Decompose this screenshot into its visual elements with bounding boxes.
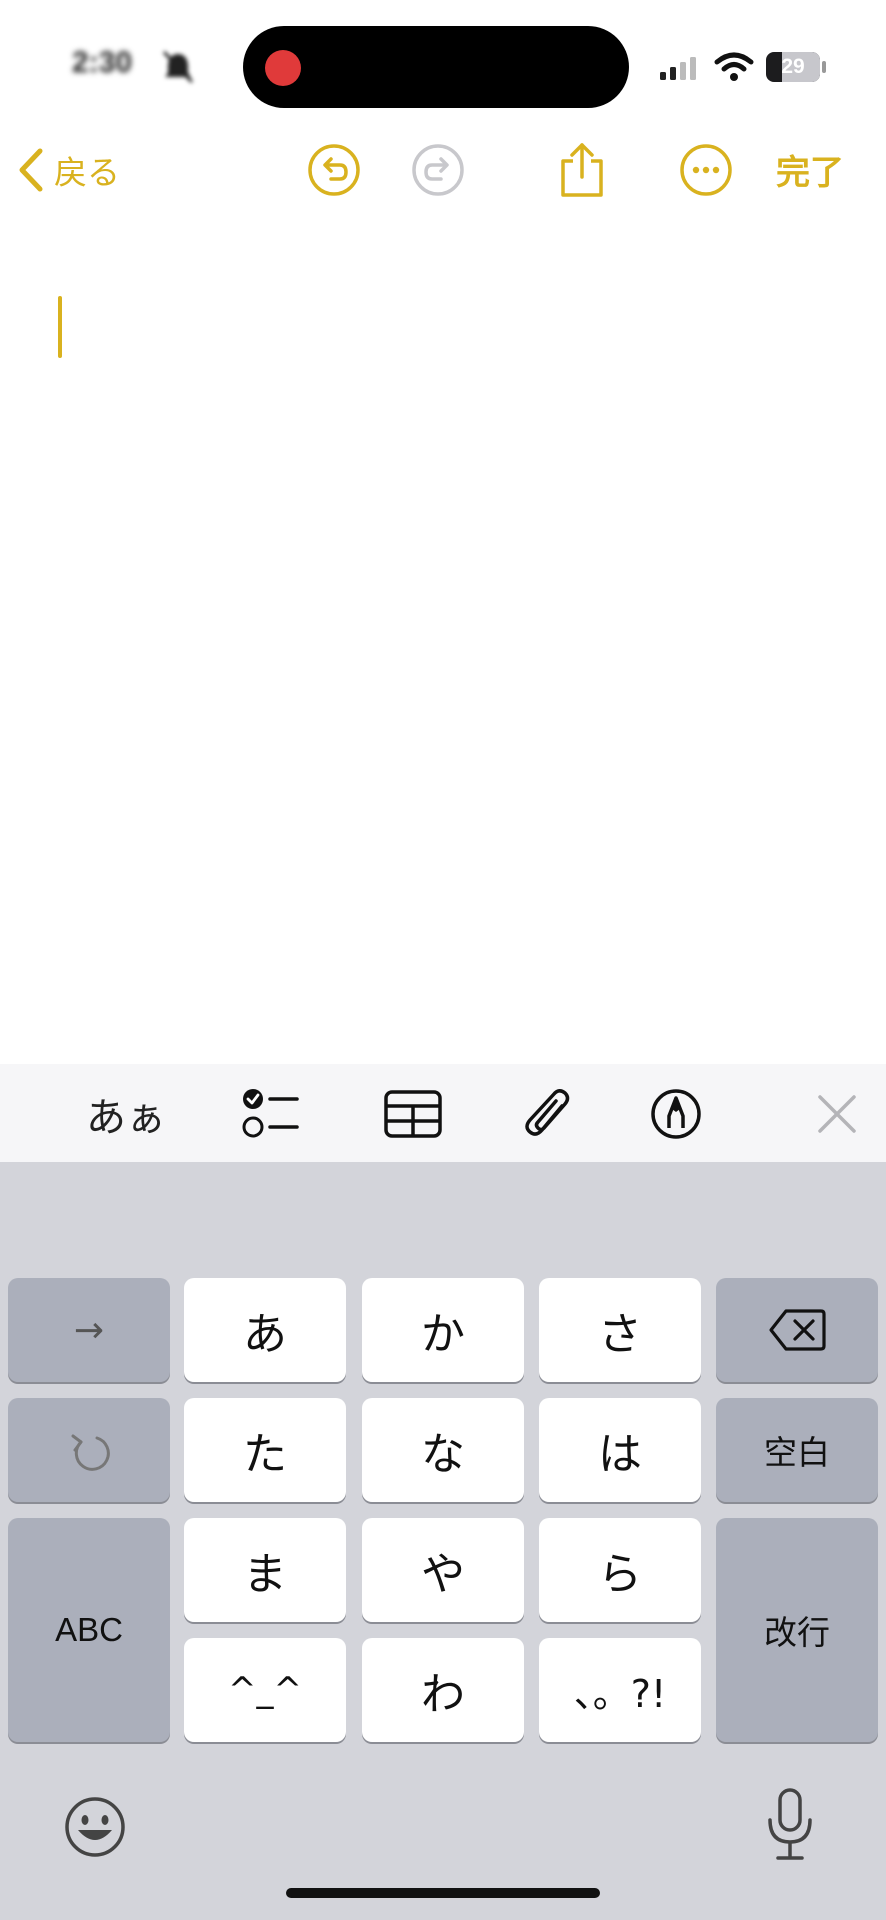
key-ta[interactable]: た — [184, 1398, 346, 1502]
key-ka[interactable]: か — [362, 1278, 524, 1382]
close-icon — [818, 1095, 856, 1133]
table-button[interactable] — [380, 1086, 446, 1142]
close-format-bar-button[interactable] — [814, 1086, 860, 1142]
redo-icon — [412, 144, 464, 196]
undo-arrow-icon — [71, 1434, 110, 1471]
table-icon — [384, 1090, 442, 1138]
undo-icon — [308, 144, 360, 196]
key-wa[interactable]: わ — [362, 1638, 524, 1742]
battery-indicator: 29 — [766, 52, 820, 82]
redo-button[interactable] — [408, 140, 468, 200]
dictation-button[interactable] — [760, 1786, 820, 1866]
key-ha[interactable]: は — [539, 1398, 701, 1502]
markup-button[interactable] — [648, 1086, 704, 1142]
undo-key[interactable] — [8, 1398, 170, 1502]
key-arrow[interactable]: → — [8, 1278, 170, 1382]
silent-bell-icon — [162, 50, 194, 84]
space-key[interactable]: 空白 — [716, 1398, 878, 1502]
attachment-button[interactable] — [520, 1086, 576, 1142]
recording-indicator — [265, 50, 301, 86]
more-icon — [680, 144, 732, 196]
status-right: 29 — [660, 50, 830, 84]
done-button[interactable]: 完了 — [776, 145, 844, 194]
checklist-button[interactable] — [236, 1086, 306, 1142]
undo-button[interactable] — [304, 140, 364, 200]
share-icon — [561, 143, 603, 197]
cellular-signal-icon — [660, 57, 696, 80]
key-na[interactable]: な — [362, 1398, 524, 1502]
chevron-left-icon — [19, 148, 43, 192]
abc-key[interactable]: ABC — [8, 1518, 170, 1742]
key-ra[interactable]: ら — [539, 1518, 701, 1622]
note-editor[interactable] — [0, 230, 886, 1060]
text-style-label: あぁ — [86, 1095, 166, 1141]
home-indicator[interactable] — [286, 1888, 600, 1898]
microphone-icon — [768, 1788, 812, 1860]
paperclip-icon — [525, 1089, 570, 1136]
emoji-button[interactable] — [62, 1794, 128, 1860]
dynamic-island — [243, 26, 629, 108]
back-button[interactable]: 戻る — [14, 140, 120, 200]
text-style-button[interactable]: あぁ — [86, 1086, 166, 1142]
battery-cap — [822, 61, 826, 73]
emoji-icon — [65, 1797, 125, 1857]
delete-icon — [769, 1309, 826, 1351]
battery-level: 29 — [781, 55, 805, 78]
delete-key[interactable] — [716, 1278, 878, 1382]
return-key[interactable]: 改行 — [716, 1518, 878, 1742]
checklist-icon — [242, 1089, 299, 1138]
status-time: 2:30 — [72, 46, 133, 79]
key-punctuation[interactable]: 、。?! — [539, 1638, 701, 1742]
key-a[interactable]: あ — [184, 1278, 346, 1382]
key-ya[interactable]: や — [362, 1518, 524, 1622]
back-label: 戻る — [54, 153, 120, 192]
key-sa[interactable]: さ — [539, 1278, 701, 1382]
more-button[interactable] — [676, 140, 736, 200]
key-ma[interactable]: ま — [184, 1518, 346, 1622]
key-kaomoji[interactable]: ^_^ — [184, 1638, 346, 1742]
share-button[interactable] — [552, 140, 612, 200]
japanese-kana-keyboard: → あ か さ た な は 空白 ABC ま や ら 改行 ^_^ わ 、。?! — [0, 1162, 886, 1920]
format-toolbar: あぁ — [0, 1064, 886, 1162]
markup-pen-icon — [651, 1089, 701, 1139]
text-cursor — [58, 296, 62, 358]
wifi-icon — [714, 52, 754, 81]
